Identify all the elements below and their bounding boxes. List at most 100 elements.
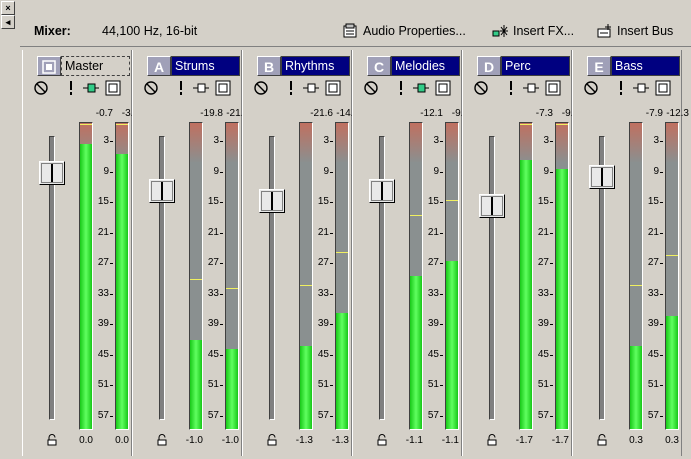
db-tick-label: 21 xyxy=(97,226,109,238)
level-left-label: 0.0 xyxy=(79,435,93,446)
volume-fader-knob[interactable] xyxy=(369,179,395,204)
db-tick-label: 51 xyxy=(427,379,439,390)
insert-fx-chain-icon[interactable] xyxy=(633,80,649,96)
insert-fx-icon xyxy=(492,25,508,37)
channel-strip: E Bass -7.9 -12.3 3 9 15 21 27 33 39 45 … xyxy=(572,50,689,456)
db-tick: 51 xyxy=(427,379,444,390)
lock-icon[interactable] xyxy=(47,434,57,446)
solo-icon[interactable] xyxy=(63,80,79,96)
strip-name-field[interactable]: Master xyxy=(61,56,130,76)
db-tick: 3 xyxy=(543,136,553,146)
strip-name-field[interactable]: Melodies xyxy=(391,56,460,76)
db-tick: 27 xyxy=(207,257,224,268)
strip-letter-button[interactable]: E xyxy=(587,56,611,76)
strip-name-field[interactable]: Perc xyxy=(501,56,570,76)
lock-icon[interactable] xyxy=(267,434,277,446)
audio-properties-button[interactable]: Audio Properties... xyxy=(342,22,466,40)
db-tick: 3 xyxy=(103,136,113,146)
bypass-fx-icon[interactable] xyxy=(105,80,121,96)
solo-icon[interactable] xyxy=(393,80,409,96)
strip-name-field[interactable]: Bass xyxy=(611,56,680,76)
fader-track[interactable] xyxy=(489,136,495,420)
insert-fx-chain-icon[interactable] xyxy=(523,80,539,96)
insert-fx-label: Insert FX... xyxy=(513,24,575,38)
volume-fader-knob[interactable] xyxy=(149,179,175,204)
insert-fx-chain-icon[interactable] xyxy=(303,80,319,96)
solo-icon[interactable] xyxy=(503,80,519,96)
db-tick: 45 xyxy=(428,349,444,360)
insert-fx-button[interactable]: Insert FX... xyxy=(492,22,574,40)
lock-icon[interactable] xyxy=(377,434,387,446)
volume-fader-knob[interactable] xyxy=(259,188,285,213)
db-tick-label: 57 xyxy=(647,409,659,421)
mute-icon[interactable] xyxy=(253,80,269,96)
strip-name-field[interactable]: Rhythms xyxy=(281,56,350,76)
lock-icon[interactable] xyxy=(157,434,167,446)
strip-letter: E xyxy=(594,59,604,75)
strip-letter-button[interactable]: A xyxy=(147,56,171,76)
solo-icon[interactable] xyxy=(613,80,629,96)
db-tick-label: 33 xyxy=(427,287,439,299)
db-tick-label: 3 xyxy=(323,135,329,146)
strip-header: Master xyxy=(37,56,130,76)
volume-fader-knob[interactable] xyxy=(479,193,505,218)
db-tick: 39 xyxy=(98,319,114,329)
db-tick-label: 3 xyxy=(653,135,659,146)
mute-icon[interactable] xyxy=(143,80,159,96)
strip-letter-button[interactable]: B xyxy=(257,56,281,76)
strip-letter-button[interactable]: D xyxy=(477,56,501,76)
close-icon[interactable]: × xyxy=(1,1,15,15)
db-tick: 9 xyxy=(543,165,553,177)
mixer-format: 44,100 Hz, 16-bit xyxy=(102,24,198,38)
meter-right xyxy=(555,122,569,430)
db-tick: 27 xyxy=(428,258,444,268)
db-tick-label: 39 xyxy=(207,318,219,329)
strip-header: B Rhythms xyxy=(257,56,350,76)
mixer-toolbar: Mixer: 44,100 Hz, 16-bit Audio Propertie… xyxy=(16,0,691,40)
db-tick-label: 39 xyxy=(427,318,439,329)
insert-fx-chain-icon[interactable] xyxy=(83,80,99,96)
db-tick-label: 3 xyxy=(433,135,439,146)
master-icon xyxy=(42,60,56,74)
db-tick: 39 xyxy=(318,319,334,329)
mute-icon[interactable] xyxy=(33,80,49,96)
peak-right-label: -12.3 xyxy=(666,108,689,119)
mute-icon[interactable] xyxy=(363,80,379,96)
scroll-left-icon[interactable]: ◂ xyxy=(1,15,15,29)
db-tick-label: 45 xyxy=(97,348,109,360)
volume-fader-knob[interactable] xyxy=(39,160,65,185)
strip-name-field[interactable]: Strums xyxy=(171,56,240,76)
lock-icon[interactable] xyxy=(487,434,497,446)
bypass-fx-icon[interactable] xyxy=(655,80,671,96)
strip-letter-button[interactable] xyxy=(37,56,61,76)
mute-icon[interactable] xyxy=(583,80,599,96)
insert-fx-chain-icon[interactable] xyxy=(193,80,209,96)
db-tick-label: 27 xyxy=(207,257,219,268)
db-tick: 39 xyxy=(207,318,224,329)
bypass-fx-icon[interactable] xyxy=(545,80,561,96)
db-tick-label: 9 xyxy=(543,165,549,177)
db-tick-label: 21 xyxy=(427,226,439,238)
strip-header: A Strums xyxy=(147,56,240,76)
channel-strip: C Melodies -12.1 -9.4 3 9 15 21 27 33 39… xyxy=(352,50,469,456)
mute-icon[interactable] xyxy=(473,80,489,96)
level-right-label: -1.3 xyxy=(331,435,349,446)
bypass-fx-icon[interactable] xyxy=(215,80,231,96)
meter-right xyxy=(665,122,679,430)
lock-icon[interactable] xyxy=(597,434,607,446)
bypass-fx-icon[interactable] xyxy=(325,80,341,96)
bypass-fx-icon[interactable] xyxy=(435,80,451,96)
solo-icon[interactable] xyxy=(173,80,189,96)
db-tick-label: 57 xyxy=(537,409,549,421)
db-tick-label: 21 xyxy=(207,226,219,238)
level-left-label: -1.1 xyxy=(405,435,423,446)
meter-right xyxy=(445,122,459,430)
solo-icon[interactable] xyxy=(283,80,299,96)
db-tick: 15 xyxy=(537,196,554,207)
db-tick-label: 15 xyxy=(537,196,549,207)
insert-fx-chain-icon[interactable] xyxy=(413,80,429,96)
volume-fader-knob[interactable] xyxy=(589,165,615,190)
fader-track[interactable] xyxy=(269,136,275,420)
insert-bus-button[interactable]: Insert Bus xyxy=(596,22,673,40)
strip-letter-button[interactable]: C xyxy=(367,56,391,76)
